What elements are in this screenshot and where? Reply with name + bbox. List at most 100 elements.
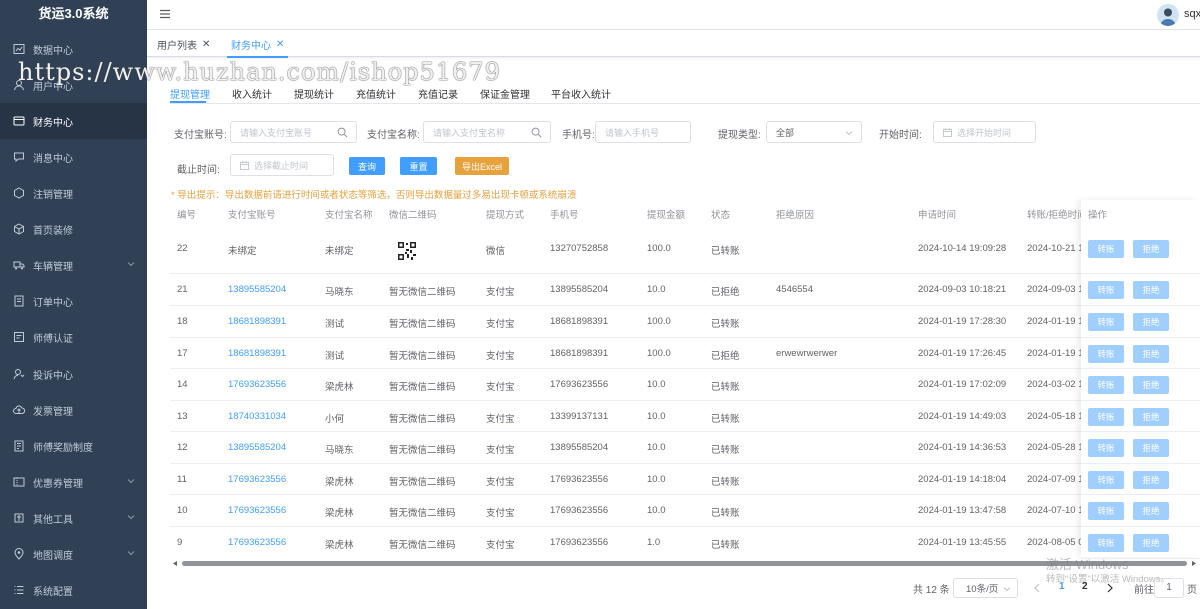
cell-account[interactable]: 18681898391 bbox=[228, 348, 286, 359]
cell-account[interactable]: 17693623556 bbox=[228, 474, 286, 485]
sidebar-item-4[interactable]: 消息中心 bbox=[0, 139, 147, 175]
prev-page-icon[interactable] bbox=[1033, 583, 1041, 593]
reject-button[interactable]: 拒绝 bbox=[1133, 439, 1169, 457]
sidebar-item-3[interactable]: 财务中心 bbox=[0, 103, 147, 139]
reject-button[interactable]: 拒绝 bbox=[1133, 376, 1169, 394]
export-excel-button[interactable]: 导出Excel bbox=[455, 157, 509, 175]
start-time-picker[interactable]: 选择开始时间 bbox=[933, 121, 1036, 143]
cell-amount: 100.0 bbox=[647, 348, 671, 359]
transfer-button[interactable]: 转账 bbox=[1088, 439, 1124, 457]
goto-page-input[interactable]: 1 bbox=[1154, 578, 1184, 598]
cell-name: 梁虎林 bbox=[325, 508, 354, 519]
transfer-button[interactable]: 转账 bbox=[1088, 534, 1124, 552]
phone-input[interactable]: 请输入手机号 bbox=[595, 121, 691, 143]
tag-finance-center[interactable]: 财务中心 ✕ bbox=[227, 35, 289, 58]
table-row: 10 17693623556 梁虎林 暂无微信二维码 支付宝 17693623556 10.… bbox=[170, 495, 1200, 527]
scroll-left-icon[interactable] bbox=[172, 560, 178, 567]
username[interactable]: sqx bbox=[1184, 8, 1200, 20]
close-icon[interactable]: ✕ bbox=[202, 39, 210, 50]
search-icon[interactable] bbox=[531, 127, 542, 138]
scrollbar-thumb[interactable] bbox=[182, 561, 1187, 566]
tab-withdraw-stats[interactable]: 提现统计 bbox=[294, 86, 334, 101]
cell-account[interactable]: 18681898391 bbox=[228, 316, 286, 327]
reject-button[interactable]: 拒绝 bbox=[1133, 502, 1169, 520]
sidebar-item-label: 投诉中心 bbox=[33, 370, 73, 382]
sidebar-item-15[interactable]: 地图调度 bbox=[0, 536, 147, 572]
cell-id: 9 bbox=[177, 537, 183, 548]
sidebar-item-5[interactable]: 注销管理 bbox=[0, 175, 147, 211]
calendar-icon bbox=[240, 160, 249, 170]
cell-id: 12 bbox=[177, 442, 188, 453]
wechat-qr-image[interactable] bbox=[397, 241, 417, 261]
col-phone: 手机号 bbox=[550, 210, 579, 221]
sidebar-item-16[interactable]: 系统配置 bbox=[0, 572, 147, 608]
cell-account[interactable]: 13895585204 bbox=[228, 284, 286, 295]
page-2[interactable]: 2 bbox=[1082, 581, 1088, 592]
end-time-picker[interactable]: 选择截止时间 bbox=[230, 154, 334, 176]
cell-id: 18 bbox=[177, 316, 188, 327]
alipay-name-input[interactable]: 请输入支付宝名称 bbox=[423, 121, 551, 143]
reject-button[interactable]: 拒绝 bbox=[1133, 534, 1169, 552]
withdraw-type-select[interactable]: 全部 bbox=[766, 121, 862, 143]
table-scrollbar[interactable] bbox=[172, 560, 1197, 567]
transfer-button[interactable]: 转账 bbox=[1088, 502, 1124, 520]
next-page-icon[interactable] bbox=[1106, 583, 1114, 593]
sidebar-item-6[interactable]: 首页装修 bbox=[0, 211, 147, 247]
tag-user-list[interactable]: 用户列表 ✕ bbox=[153, 35, 214, 53]
tab-recharge-stats[interactable]: 充值统计 bbox=[356, 86, 396, 101]
transfer-button[interactable]: 转账 bbox=[1088, 376, 1124, 394]
reject-button[interactable]: 拒绝 bbox=[1133, 471, 1169, 489]
cell-account[interactable]: 17693623556 bbox=[228, 537, 286, 548]
sidebar-item-11[interactable]: 发票管理 bbox=[0, 392, 147, 428]
cell-account[interactable]: 13895585204 bbox=[228, 442, 286, 453]
export-warning: * 导出提示：导出数据前请进行时间或者状态等筛选，否则导出数据量过多易出现卡顿或… bbox=[171, 190, 577, 201]
search-button[interactable]: 查询 bbox=[349, 157, 385, 175]
scroll-right-icon[interactable] bbox=[1191, 560, 1197, 567]
transfer-button[interactable]: 转账 bbox=[1088, 313, 1124, 331]
transfer-button[interactable]: 转账 bbox=[1088, 471, 1124, 489]
sidebar-item-13[interactable]: 优惠券管理 bbox=[0, 464, 147, 500]
reject-button[interactable]: 拒绝 bbox=[1133, 240, 1169, 258]
search-icon[interactable] bbox=[337, 127, 348, 138]
reset-button[interactable]: 重置 bbox=[400, 157, 437, 175]
order-icon bbox=[13, 295, 25, 307]
reject-button[interactable]: 拒绝 bbox=[1133, 313, 1169, 331]
transfer-button[interactable]: 转账 bbox=[1088, 240, 1124, 258]
cell-name: 梁虎林 bbox=[325, 477, 354, 488]
sidebar-item-10[interactable]: 投诉中心 bbox=[0, 356, 147, 392]
page-1[interactable]: 1 bbox=[1059, 581, 1065, 592]
cell-account[interactable]: 17693623556 bbox=[228, 379, 286, 390]
transfer-button[interactable]: 转账 bbox=[1088, 281, 1124, 299]
tab-platform-income[interactable]: 平台收入统计 bbox=[551, 86, 611, 101]
close-icon[interactable]: ✕ bbox=[276, 39, 284, 50]
alipay-account-input[interactable]: 请输入支付宝账号 bbox=[230, 121, 357, 143]
complaint-icon bbox=[13, 368, 25, 380]
calendar-icon bbox=[943, 127, 952, 137]
page-size-select[interactable]: 10条/页 bbox=[953, 578, 1018, 598]
sidebar-item-7[interactable]: 车辆管理 bbox=[0, 247, 147, 283]
sidebar-item-12[interactable]: 师傅奖励制度 bbox=[0, 428, 147, 464]
cell-account[interactable]: 17693623556 bbox=[228, 505, 286, 516]
avatar[interactable] bbox=[1157, 4, 1179, 26]
hamburger-icon[interactable] bbox=[159, 8, 171, 20]
transfer-button[interactable]: 转账 bbox=[1088, 345, 1124, 363]
table-row: 13 18740331034 小何 暂无微信二维码 支付宝 13399137131 10.0… bbox=[170, 401, 1200, 432]
sidebar-item-14[interactable]: 其他工具 bbox=[0, 500, 147, 536]
tab-deposit-manage[interactable]: 保证金管理 bbox=[480, 86, 530, 101]
sidebar-item-8[interactable]: 订单中心 bbox=[0, 283, 147, 319]
tab-recharge-records[interactable]: 充值记录 bbox=[418, 86, 458, 101]
reject-button[interactable]: 拒绝 bbox=[1133, 281, 1169, 299]
cell-method: 支付宝 bbox=[486, 382, 515, 393]
reject-button[interactable]: 拒绝 bbox=[1133, 345, 1169, 363]
cell-method: 微信 bbox=[486, 246, 506, 257]
tab-income-stats[interactable]: 收入统计 bbox=[232, 86, 272, 101]
cell-id: 21 bbox=[177, 284, 188, 295]
table-row: 12 13895585204 马晓东 暂无微信二维码 支付宝 13895585204 10.… bbox=[170, 432, 1200, 464]
table-row: 22 未绑定 未绑定 微信 13270752858 100.0 已转账 2024-10-14 … bbox=[170, 224, 1200, 274]
transfer-button[interactable]: 转账 bbox=[1088, 408, 1124, 426]
cell-account[interactable]: 18740331034 bbox=[228, 411, 286, 422]
tab-withdraw-manage[interactable]: 提现管理 bbox=[170, 86, 210, 101]
sidebar-item-9[interactable]: 师傅认证 bbox=[0, 319, 147, 355]
reject-button[interactable]: 拒绝 bbox=[1133, 408, 1169, 426]
dashboard-icon bbox=[13, 43, 25, 55]
